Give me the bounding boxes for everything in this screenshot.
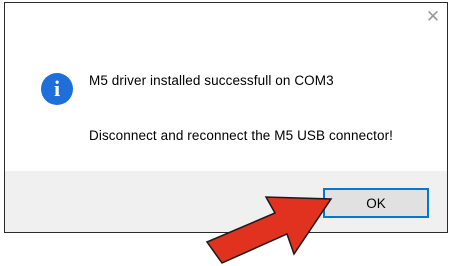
info-icon: i <box>41 73 73 105</box>
close-icon[interactable]: ✕ <box>423 7 443 27</box>
ok-button[interactable]: OK <box>323 188 429 218</box>
message-line-2: Disconnect and reconnect the M5 USB conn… <box>89 128 394 143</box>
message-dialog: ✕ i M5 driver installed successfull on C… <box>4 2 448 233</box>
screenshot-stage: ✕ i M5 driver installed successfull on C… <box>0 0 452 266</box>
message-line-1: M5 driver installed successfull on COM3 <box>89 73 334 88</box>
dialog-footer: OK <box>5 171 447 232</box>
